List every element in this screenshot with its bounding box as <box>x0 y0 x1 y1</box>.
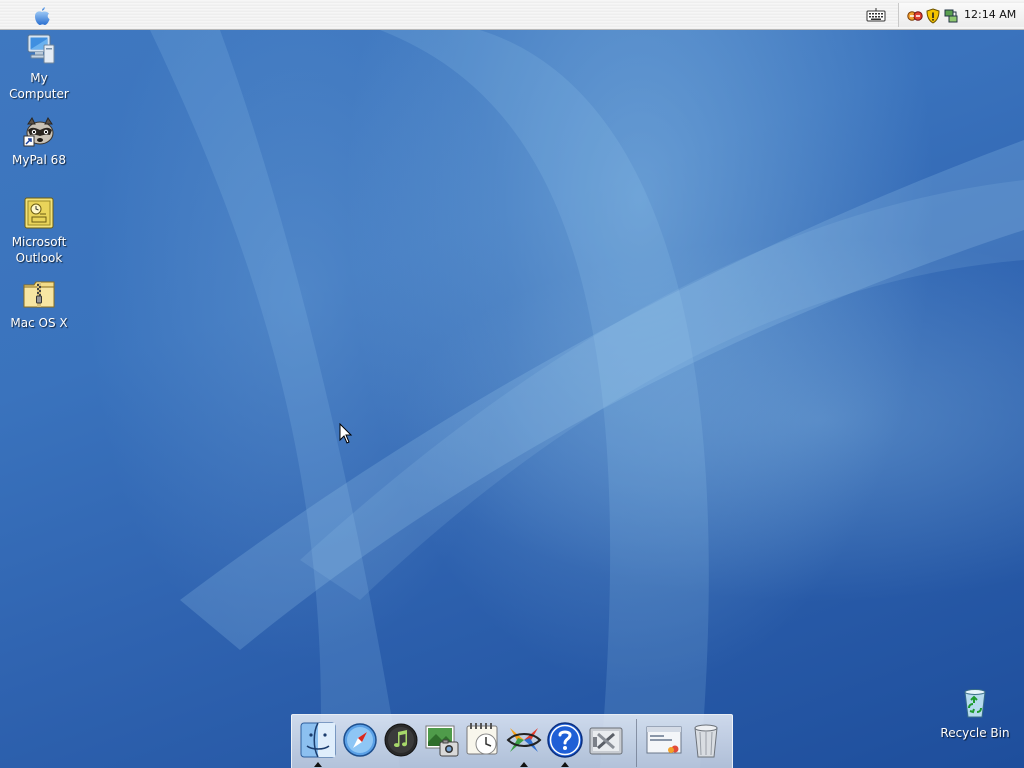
safari-icon <box>343 723 377 757</box>
dock-item-calendar[interactable] <box>463 720 503 762</box>
dock-item-window[interactable] <box>644 720 684 762</box>
finder-icon <box>300 722 336 758</box>
desktop-icon-label: MyPal 68 <box>12 153 66 167</box>
desktop-icon-label: Mac OS X <box>10 316 68 330</box>
dock <box>291 714 733 768</box>
dock-item-finder[interactable] <box>298 720 338 762</box>
dock-item-system-tools[interactable] <box>586 720 626 762</box>
trash-icon <box>694 724 718 758</box>
dock-item-safari[interactable] <box>340 720 380 762</box>
iphoto-icon <box>425 725 459 757</box>
network-icon[interactable] <box>907 8 923 24</box>
wallpaper-swoosh <box>150 30 1024 768</box>
raccoon-icon <box>23 117 54 147</box>
clock[interactable]: 12:14 AM <box>964 8 1016 21</box>
desktop-icon-label: Computer <box>9 87 69 101</box>
dock-item-trash[interactable] <box>686 720 726 762</box>
running-indicator <box>561 762 569 767</box>
calendar-icon <box>466 723 498 755</box>
desktop-icon-label: Microsoft <box>11 235 67 249</box>
desktop-icon-label: Recycle Bin <box>940 726 1010 740</box>
dock-item-pinwheel[interactable] <box>504 720 544 762</box>
desktop-icon-mypal[interactable]: MyPal 68 <box>0 114 78 168</box>
running-indicator <box>314 762 322 767</box>
connection-icon[interactable] <box>943 8 959 24</box>
desktop-icon-label: My <box>30 71 48 85</box>
desktop-icon-recycle-bin[interactable]: Recycle Bin <box>936 686 1014 741</box>
desktop-icon-outlook[interactable]: Microsoft Outlook <box>0 196 78 266</box>
dock-item-itunes[interactable] <box>381 720 421 762</box>
window-icon <box>646 726 682 754</box>
dock-item-iphoto[interactable] <box>422 720 462 762</box>
security-shield-icon[interactable] <box>925 8 941 24</box>
desktop-icon-mac-os-x[interactable]: Mac OS X <box>0 277 78 331</box>
computer-icon <box>27 34 55 64</box>
zip-folder-icon <box>23 281 55 308</box>
recycle-bin-icon <box>964 689 986 718</box>
desktop[interactable] <box>0 0 1024 768</box>
running-indicator <box>520 762 528 767</box>
pinwheel-icon <box>506 728 542 752</box>
apple-logo-icon[interactable] <box>33 6 51 26</box>
desktop-icon-label: Outlook <box>15 251 63 265</box>
help-icon <box>547 722 583 758</box>
dock-item-help[interactable] <box>545 720 585 762</box>
mouse-cursor-icon <box>339 423 353 444</box>
outlook-icon <box>24 197 54 229</box>
system-tools-icon <box>589 727 623 755</box>
desktop-icon-my-computer[interactable]: My Computer <box>0 32 78 102</box>
dock-separator <box>636 719 637 767</box>
itunes-icon <box>384 723 418 757</box>
menu-bar: 12:14 AM <box>0 0 1024 30</box>
keyboard-icon[interactable] <box>866 8 886 22</box>
